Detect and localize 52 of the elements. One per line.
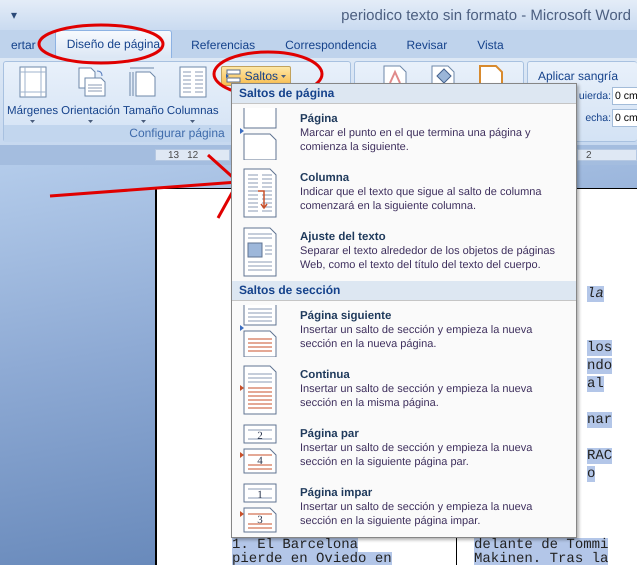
menu-item[interactable]: 2 4 Página par Insertar un salto de sección y empieza la nueva sección en la siguiente página par. — [232, 419, 576, 478]
quick-access-menu-button[interactable]: ▾ — [8, 8, 20, 22]
page-size-icon — [128, 66, 158, 98]
section-break-icon — [240, 304, 278, 356]
menu-item[interactable]: Página siguiente Insertar un salto de sección y empieza la nueva sección en la nueva página. — [232, 301, 576, 360]
menu-item-title: Página siguiente — [300, 310, 392, 322]
menu-item-description: Indicar que el texto que sigue al salto de columna comenzará en la siguiente columna. — [300, 185, 542, 213]
ribbon-button[interactable]: Márgenes — [6, 64, 60, 125]
menu-item[interactable]: 1 3 Página impar Insertar un salto de sección y empieza la nueva sección en la siguiente página impar. — [232, 478, 576, 537]
window-title: periodico texto sin formato - Microsoft Word — [341, 6, 631, 24]
menu-item-description: Separar el texto alrededor de los objetos de páginas Web, como el texto del título del texto del cuerpo. — [300, 244, 556, 272]
ruler-number: 12 — [187, 150, 198, 160]
ribbon-tab[interactable]: Diseño de página — [54, 30, 172, 58]
menu-item[interactable]: Ajuste del texto Separar el texto alrededor de los objetos de páginas Web, como el texto del título del texto del cuerpo. — [232, 222, 576, 281]
caret-icon — [88, 120, 94, 123]
margins-icon — [18, 66, 47, 98]
menu-item-description: Insertar un salto de sección y empieza la nueva sección en la misma página. — [300, 382, 532, 410]
menu-item-title: Columna — [300, 172, 350, 184]
ruler-number: 2 — [586, 150, 592, 160]
menu-item-description: Insertar un salto de sección y empieza la nueva sección en la siguiente página impar. — [300, 500, 532, 528]
menu-section-heading: Saltos de página — [232, 84, 576, 104]
ribbon-tab[interactable]: Revisar — [396, 32, 458, 58]
menu-item[interactable]: Continua Insertar un salto de sección y empieza la nueva sección en la misma página. — [232, 360, 576, 419]
indent-field[interactable]: 0 cm — [612, 109, 637, 127]
caret-icon — [30, 120, 36, 123]
ribbon-button[interactable]: Orientación — [60, 64, 121, 125]
indent-label: echa: — [585, 112, 611, 124]
page-break-icon — [240, 108, 278, 160]
ribbon-tab[interactable]: Correspondencia — [274, 32, 388, 58]
caret-icon — [281, 74, 286, 78]
menu-item-title: Continua — [300, 369, 351, 381]
menu-item-title: Página — [300, 113, 339, 125]
ribbon-button[interactable]: Columnas — [166, 64, 220, 125]
menu-item-title: Página par — [300, 428, 360, 440]
menu-section-heading: Saltos de sección — [232, 281, 576, 301]
ribbon-tab[interactable]: Referencias — [180, 32, 266, 58]
indent-label: uierda: — [578, 90, 611, 102]
caret-icon — [190, 120, 196, 123]
menu-item-description: Insertar un salto de sección y empieza la nueva sección en la siguiente página par. — [300, 441, 532, 469]
indent-field[interactable]: 0 cm — [612, 87, 637, 105]
columns-icon — [178, 66, 207, 98]
menu-item-title: Página impar — [300, 487, 374, 499]
ribbon-button[interactable]: Tamaño — [122, 64, 165, 125]
indent-group-title: Aplicar sangría — [537, 68, 620, 85]
ribbon-tab[interactable]: ertar — [0, 32, 47, 58]
caret-icon — [140, 120, 146, 123]
menu-item[interactable]: Columna Indicar que el texto que sigue al salto de columna comenzará en la siguiente columna. — [232, 163, 576, 222]
ruler-number: 13 — [168, 150, 180, 160]
menu-item-title: Ajuste del texto — [300, 231, 387, 243]
ribbon-tab[interactable]: Vista — [466, 32, 515, 58]
continuous-break-icon — [240, 364, 278, 416]
menu-item-description: Insertar un salto de sección y empieza la nueva sección en la nueva página. — [300, 323, 532, 351]
